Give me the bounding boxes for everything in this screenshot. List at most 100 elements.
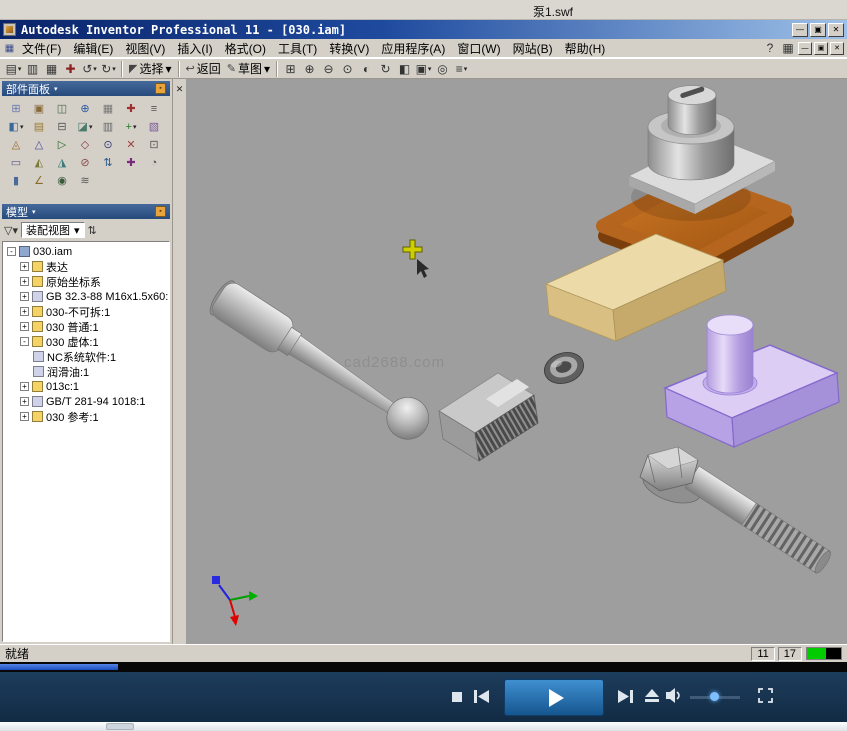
bottom-tab[interactable] bbox=[106, 723, 134, 730]
toolbar-icon[interactable]: ▣ ▾ bbox=[414, 60, 433, 78]
tree-item[interactable]: + 表达 bbox=[3, 259, 169, 274]
panel-icon[interactable]: ▦ bbox=[97, 100, 119, 117]
toolbar-icon[interactable]: ▦ bbox=[42, 60, 61, 78]
mdi-close-button[interactable]: ✕ bbox=[830, 42, 844, 55]
tree-expander[interactable]: + bbox=[20, 262, 29, 271]
tree-expander[interactable]: + bbox=[20, 307, 29, 316]
close-button[interactable]: ✕ bbox=[828, 23, 844, 37]
panel-close-icon[interactable]: ✕ bbox=[176, 84, 184, 94]
panel-icon[interactable]: ⇅ bbox=[97, 154, 119, 171]
filter-icon[interactable]: ▽▾ bbox=[4, 224, 18, 237]
window-arrange-icon[interactable]: ▦ bbox=[780, 41, 796, 55]
panel-icon[interactable]: ◧ ▾ bbox=[5, 118, 27, 135]
toolbar-icon[interactable]: ▤ ▾ bbox=[4, 60, 23, 78]
toolbar-icon[interactable]: ↻ ▾ bbox=[99, 60, 118, 78]
panel-pin-icon[interactable]: ▪ bbox=[155, 83, 166, 94]
part-bolt[interactable] bbox=[639, 447, 833, 575]
tree-expander[interactable]: + bbox=[20, 292, 29, 301]
model-panel-header[interactable]: 模型 ▾ ▪ bbox=[2, 204, 170, 219]
tree-root[interactable]: - 030.iam bbox=[3, 244, 169, 259]
menu-item[interactable]: 视图(V) bbox=[119, 38, 171, 59]
toolbar-icon[interactable]: ≡ ▾ bbox=[452, 60, 471, 78]
toolbar-icon[interactable]: ◐ bbox=[357, 60, 376, 78]
panel-icon[interactable]: ≡ bbox=[143, 100, 165, 117]
tree-expander[interactable]: + bbox=[20, 382, 29, 391]
tree-item[interactable]: 润滑油:1 bbox=[3, 364, 169, 379]
menu-item[interactable]: 网站(B) bbox=[507, 38, 559, 59]
tree-expander[interactable]: + bbox=[20, 322, 29, 331]
menu-item[interactable]: 工具(T) bbox=[272, 38, 323, 59]
return-button[interactable]: ↩ 返回 bbox=[183, 59, 224, 78]
playback-progress-bar[interactable] bbox=[0, 662, 847, 672]
panel-icon[interactable]: ◭ bbox=[28, 154, 50, 171]
tree-item[interactable]: + GB 32.3-88 M16x1.5x60:1 bbox=[3, 289, 169, 304]
panel-icon[interactable]: ▥ bbox=[97, 118, 119, 135]
tree-item[interactable]: + 030-不可拆:1 bbox=[3, 304, 169, 319]
panel-icon[interactable]: ✚ bbox=[120, 154, 142, 171]
mdi-minimize-button[interactable]: — bbox=[798, 42, 812, 55]
toolbar-icon[interactable]: ◧ bbox=[395, 60, 414, 78]
part-bearing[interactable] bbox=[540, 348, 587, 389]
panel-icon[interactable]: △ bbox=[28, 136, 50, 153]
tree-item[interactable]: + 030 普通:1 bbox=[3, 319, 169, 334]
tree-expander[interactable]: + bbox=[20, 397, 29, 406]
tree-expander[interactable]: + bbox=[20, 277, 29, 286]
toolbar-icon[interactable]: ⊙ bbox=[338, 60, 357, 78]
panel-icon[interactable]: + ▾ bbox=[120, 118, 142, 135]
menu-item[interactable]: 文件(F) bbox=[16, 38, 67, 59]
panel-pin-icon[interactable]: ▪ bbox=[155, 206, 166, 217]
toolbar-icon[interactable]: ▥ bbox=[23, 60, 42, 78]
tree-item[interactable]: + 013c:1 bbox=[3, 379, 169, 394]
previous-button[interactable] bbox=[474, 690, 489, 703]
tree-expander[interactable]: - bbox=[20, 337, 29, 346]
panel-icon[interactable]: ≋ bbox=[74, 172, 96, 189]
view-selector-dropdown[interactable]: 装配视图 ▾ bbox=[21, 222, 85, 238]
sketch-dropdown[interactable]: ✎ 草图 ▾ bbox=[224, 59, 273, 78]
panel-icon[interactable]: ▮ bbox=[5, 172, 27, 189]
panel-icon[interactable]: ◪ ▾ bbox=[74, 118, 96, 135]
panel-icon[interactable]: ▧ bbox=[143, 118, 165, 135]
toolbar-icon[interactable]: ↺ ▾ bbox=[80, 60, 99, 78]
toolbar-icon[interactable]: ✚ bbox=[61, 60, 80, 78]
panel-icon[interactable]: ▣ bbox=[28, 100, 50, 117]
panel-icon[interactable]: ⊟ bbox=[51, 118, 73, 135]
fullscreen-button[interactable] bbox=[758, 688, 773, 703]
panel-icon[interactable]: ⊕ bbox=[74, 100, 96, 117]
sort-icon[interactable]: ⇅ bbox=[88, 224, 97, 237]
panel-icon[interactable]: ⊘ bbox=[74, 154, 96, 171]
eject-button[interactable] bbox=[645, 689, 659, 703]
volume-handle[interactable] bbox=[710, 692, 719, 701]
help-icon[interactable]: ? bbox=[762, 41, 778, 55]
panel-icon[interactable]: ✚ bbox=[120, 100, 142, 117]
toolbar-icon[interactable]: ⊕ bbox=[300, 60, 319, 78]
menu-item[interactable]: 转换(V) bbox=[323, 38, 375, 59]
tree-item[interactable]: NC系统软件:1 bbox=[3, 349, 169, 364]
tree-expander[interactable]: - bbox=[7, 247, 16, 256]
play-button[interactable] bbox=[504, 679, 604, 716]
menu-item[interactable]: 窗口(W) bbox=[451, 38, 506, 59]
tree-item[interactable]: + 原始坐标系 bbox=[3, 274, 169, 289]
menu-item[interactable]: 编辑(E) bbox=[67, 38, 119, 59]
volume-icon[interactable] bbox=[666, 688, 684, 703]
panel-icon[interactable]: ∠ bbox=[28, 172, 50, 189]
panel-icon[interactable]: ◬ bbox=[5, 136, 27, 153]
toolbar-icon[interactable]: ↻ bbox=[376, 60, 395, 78]
toolbar-icon[interactable]: ⊞ bbox=[281, 60, 300, 78]
panel-icon[interactable]: ◫ bbox=[51, 100, 73, 117]
app-titlebar[interactable]: Autodesk Inventor Professional 11 - [030… bbox=[0, 20, 847, 39]
panel-icon[interactable]: ◉ bbox=[51, 172, 73, 189]
part-knurled-bushing[interactable] bbox=[439, 373, 538, 461]
toolbar-icon[interactable]: ◎ bbox=[433, 60, 452, 78]
menu-item[interactable]: 格式(O) bbox=[219, 38, 272, 59]
select-dropdown[interactable]: ◤ 选择 ▾ bbox=[126, 59, 175, 78]
minimize-button[interactable]: — bbox=[792, 23, 808, 37]
stop-button[interactable] bbox=[452, 692, 462, 702]
menu-item[interactable]: 帮助(H) bbox=[559, 38, 612, 59]
panel-icon[interactable]: ⊞ bbox=[5, 100, 27, 117]
panel-icon[interactable]: ◔ bbox=[143, 154, 165, 171]
part-purple-plate[interactable] bbox=[665, 315, 839, 447]
next-button[interactable] bbox=[618, 690, 633, 703]
panel-icon[interactable]: ✕ bbox=[120, 136, 142, 153]
panel-icon[interactable]: ▤ bbox=[28, 118, 50, 135]
menu-item[interactable]: 插入(I) bbox=[171, 38, 218, 59]
